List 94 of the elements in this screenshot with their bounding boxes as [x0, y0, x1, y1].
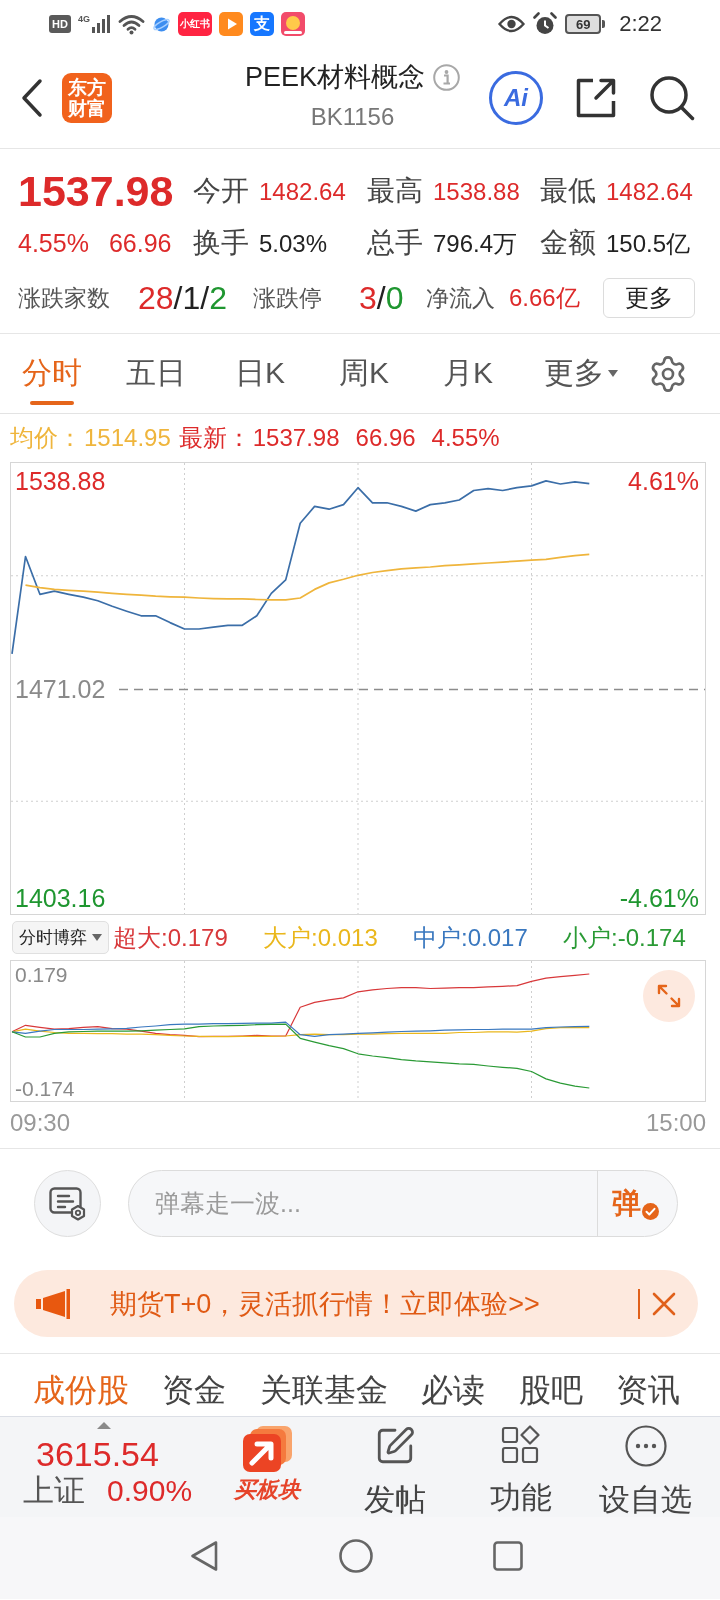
legend-item: 小户:-0.174: [563, 922, 687, 953]
mode-dropdown[interactable]: 分时博弈: [12, 921, 109, 954]
caret-down-icon: [92, 934, 102, 941]
grid-icon: [501, 1425, 541, 1465]
section-tab[interactable]: 资金: [162, 1370, 227, 1410]
search-icon[interactable]: [649, 75, 695, 121]
recent-apps-icon[interactable]: [493, 1541, 523, 1571]
section-tab[interactable]: 必读: [421, 1370, 486, 1410]
stat-label: 涨跌停: [253, 283, 322, 313]
legend-item: 大户:0.013: [263, 922, 379, 953]
time-label: 09:30: [10, 1109, 71, 1137]
share-icon[interactable]: [575, 77, 617, 119]
legend-value: 1514.95: [84, 424, 171, 452]
banner-text: 期货T+0，灵活抓行情！立即体验>>: [110, 1287, 540, 1321]
alarm-clock-icon: [533, 12, 558, 36]
caret-down-icon: [608, 370, 618, 377]
page-title: PEEK材料概念: [244, 61, 425, 93]
legend-value: 1537.98: [252, 424, 340, 452]
hd-badge: HD: [49, 15, 71, 33]
check-badge-icon: [642, 1203, 659, 1220]
axis-label: 1538.88: [15, 468, 106, 494]
wifi-icon: [117, 13, 145, 35]
post-button[interactable]: 发帖: [319, 1417, 471, 1517]
add-watchlist-button[interactable]: 设自选: [571, 1417, 720, 1517]
index-change: 0.90%: [107, 1473, 193, 1509]
legend-value: 66.96: [355, 424, 416, 452]
stat-label: 净流入: [426, 283, 495, 313]
brand-logo-icon: [240, 1425, 294, 1473]
stat-label: 总手: [367, 226, 423, 260]
app-icon: 支: [249, 12, 274, 36]
clock-time: 2:22: [619, 11, 662, 37]
sector-trade-button[interactable]: 买板块: [215, 1417, 319, 1517]
stat-label: 金额: [540, 226, 596, 260]
stat-label: 今开: [193, 174, 249, 208]
axis-label: 4.61%: [628, 468, 699, 494]
change-amount: 66.96: [108, 228, 172, 258]
app-icon: 小红书: [177, 12, 212, 36]
index-value: 3615.54: [36, 1435, 159, 1473]
stat-value: 1538.88: [433, 178, 520, 206]
axis-label: -0.174: [15, 1077, 75, 1099]
back-icon[interactable]: [189, 1540, 219, 1572]
caret-up-icon[interactable]: [97, 1422, 111, 1429]
axis-label: 1471.02: [15, 677, 106, 702]
chart-tab[interactable]: 更多: [520, 334, 642, 413]
legend-item: 超大:0.179: [113, 922, 229, 953]
index-name: 上证: [23, 1473, 85, 1509]
expand-icon: [656, 983, 682, 1009]
stat-label: 涨跌家数: [18, 283, 110, 313]
stat-value: 3/0: [359, 279, 404, 317]
legend-value: 4.55%: [431, 424, 500, 452]
axis-label: 0.179: [15, 963, 68, 985]
chart-tab[interactable]: 月K: [416, 334, 520, 413]
sector-code: BK1156: [310, 103, 395, 131]
stat-value: 796.4万: [433, 229, 518, 259]
stat-value: 28/1/2: [138, 279, 227, 317]
chart-tab[interactable]: 周K: [312, 334, 416, 413]
eye-icon: [498, 14, 526, 34]
stat-value: 1482.64: [259, 178, 346, 206]
stat-value: 5.03%: [259, 230, 328, 258]
play-icon: [218, 12, 243, 36]
expand-button[interactable]: [643, 970, 695, 1022]
stat-label: 换手: [193, 226, 249, 260]
section-tab[interactable]: 关联基金: [259, 1370, 388, 1410]
close-icon[interactable]: [652, 1291, 676, 1316]
section-tab[interactable]: 资讯: [615, 1370, 680, 1410]
ai-button[interactable]: Ai: [489, 71, 543, 125]
functions-button[interactable]: 功能: [471, 1417, 571, 1517]
document-settings-icon: [48, 1186, 87, 1221]
legend-label: 最新：: [178, 423, 251, 453]
stat-value: 6.66亿: [509, 283, 580, 313]
chart-tab[interactable]: 日K: [208, 334, 312, 413]
stat-value: 150.5亿: [606, 229, 691, 259]
stat-value: 1482.64: [606, 178, 693, 206]
chart-tab[interactable]: 五日: [104, 334, 208, 413]
signal-icon: [90, 14, 111, 34]
back-icon[interactable]: [20, 78, 44, 118]
more-icon: [624, 1425, 667, 1467]
change-percent: 4.55%: [18, 228, 89, 258]
axis-label: 1403.16: [15, 885, 106, 911]
current-price: 1537.98: [18, 166, 174, 216]
app-icon: [280, 12, 305, 36]
time-label: 15:00: [645, 1109, 706, 1137]
stat-label: 最高: [367, 174, 423, 208]
axis-label: -4.61%: [619, 885, 699, 911]
more-button[interactable]: 更多: [603, 278, 695, 318]
home-icon[interactable]: [339, 1539, 373, 1573]
legend-item: 中户:0.017: [413, 922, 529, 953]
legend-label: 均价：: [10, 423, 82, 453]
stat-label: 最低: [540, 174, 596, 208]
battery-indicator: 69: [565, 14, 606, 34]
network-type-label: 4G: [77, 14, 90, 24]
megaphone-icon: [36, 1288, 70, 1319]
section-tab[interactable]: 股吧: [518, 1370, 583, 1410]
app-logo: 东方财富: [62, 73, 112, 123]
